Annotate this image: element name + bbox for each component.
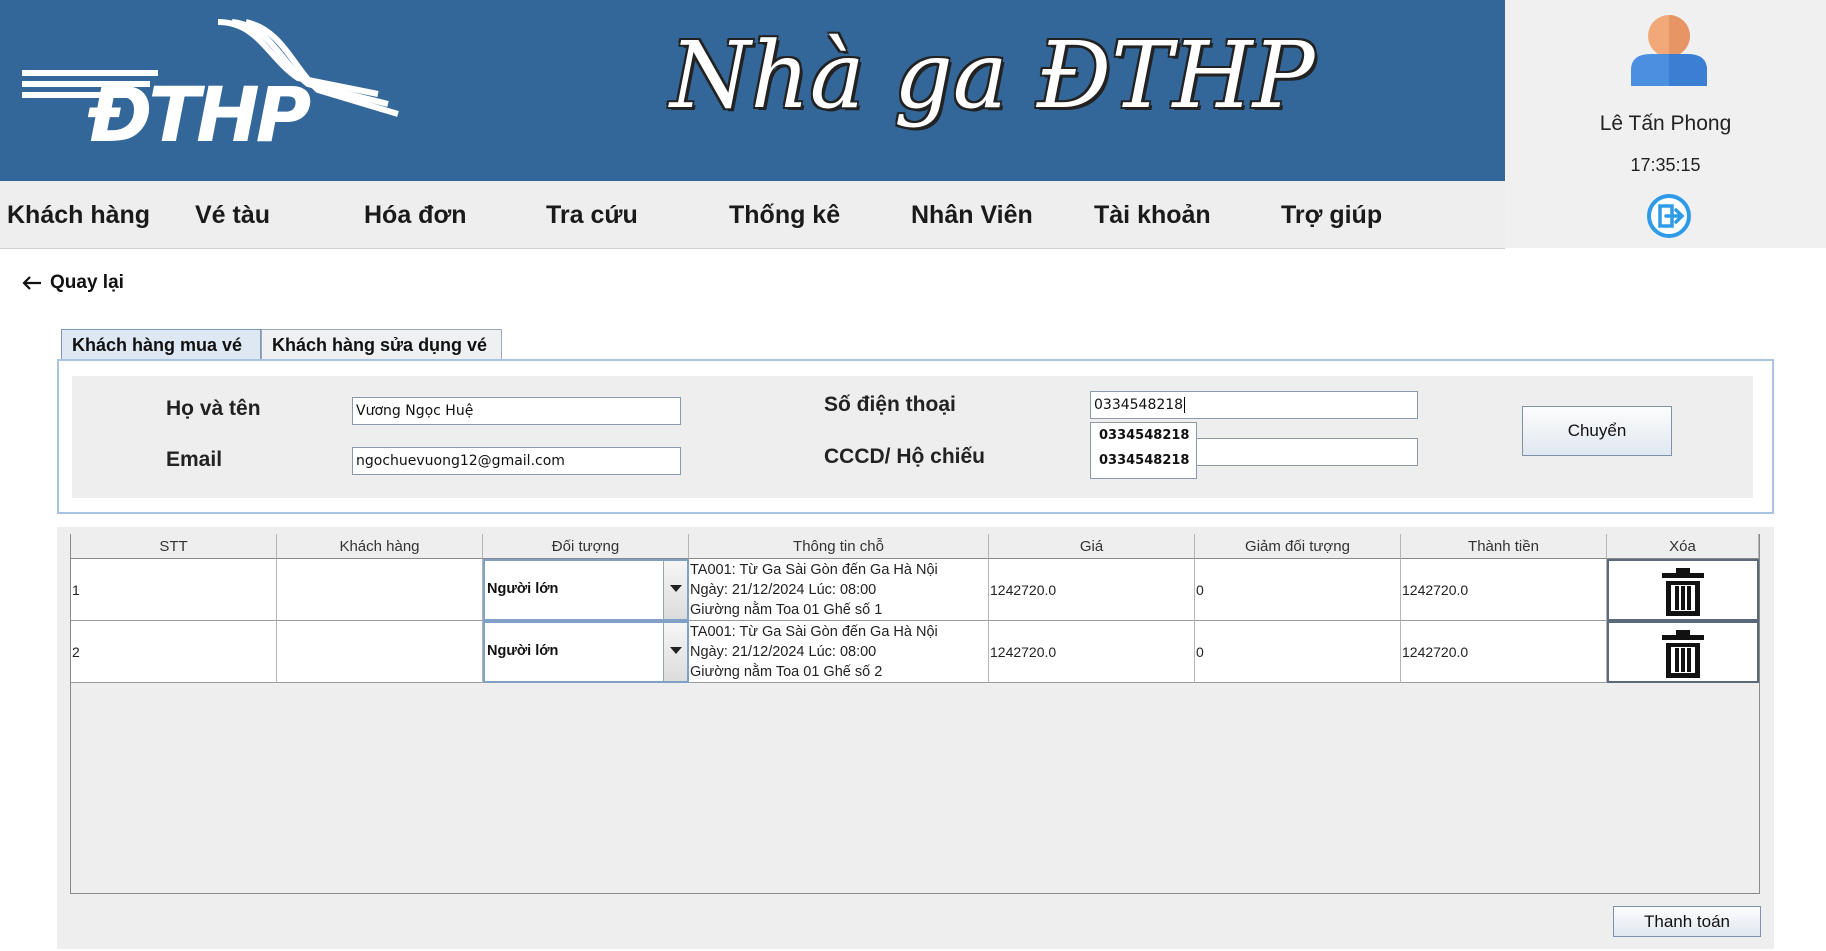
arrow-left-icon — [22, 276, 41, 290]
menu-tai-khoan[interactable]: Tài khoản — [1094, 201, 1211, 230]
email-input[interactable]: ngochuevuong12@gmail.com — [352, 447, 681, 475]
cell-total[interactable]: 1242720.0 — [1401, 621, 1607, 683]
tab-khach-hang-su-dung-ve[interactable]: Khách hàng sửa dụng vé — [261, 329, 502, 359]
column-header[interactable]: Đối tượng — [483, 534, 689, 559]
seat-position: Giường nằm Toa 01 Ghế số 1 — [690, 602, 883, 618]
cell-seat-info[interactable]: TA001: Từ Ga Sài Gòn đến Ga Hà Nội Ngày:… — [689, 559, 989, 621]
menu-thong-ke[interactable]: Thống kê — [729, 201, 840, 230]
column-header[interactable]: Khách hàng — [277, 534, 483, 559]
header-banner: ĐTHP Nhà ga ĐTHP — [0, 0, 1505, 181]
menu-nhan-vien[interactable]: Nhân Viên — [911, 201, 1033, 230]
text-cursor — [1184, 397, 1186, 413]
pay-button[interactable]: Thanh toán — [1613, 906, 1761, 937]
id-label: CCCD/ Hộ chiếu — [824, 445, 986, 468]
trash-icon — [1662, 568, 1704, 616]
type-select-value: Người lớn — [487, 581, 559, 597]
seat-datetime: Ngày: 21/12/2024 Lúc: 08:00 — [690, 644, 877, 660]
trash-icon — [1662, 630, 1704, 678]
suggestion-item[interactable]: 0334548218 — [1091, 448, 1196, 473]
type-select-value: Người lớn — [487, 643, 559, 659]
type-select[interactable]: Người lớn — [483, 559, 689, 621]
cell-discount[interactable]: 0 — [1195, 621, 1401, 683]
menu-ve-tau[interactable]: Vé tàu — [195, 201, 270, 230]
user-panel: Lê Tấn Phong 17:35:15 — [1505, 0, 1826, 248]
cell-customer[interactable] — [277, 621, 483, 683]
suggestion-item[interactable]: 0334548218 — [1091, 423, 1196, 448]
name-label: Họ và tên — [166, 397, 261, 420]
user-name: Lê Tấn Phong — [1599, 112, 1732, 135]
column-header[interactable]: Thành tiền — [1401, 534, 1607, 559]
phone-input[interactable]: 0334548218 — [1090, 391, 1418, 419]
chevron-down-icon[interactable] — [663, 561, 687, 619]
user-avatar-icon — [1631, 15, 1707, 86]
column-header[interactable]: Thông tin chỗ — [689, 534, 989, 559]
site-title: Nhà ga ĐTHP — [670, 22, 1315, 129]
cell-stt[interactable]: 2 — [71, 621, 277, 683]
menu-hoa-don[interactable]: Hóa đơn — [364, 201, 467, 230]
back-label: Quay lại — [50, 272, 124, 293]
email-label: Email — [166, 448, 223, 471]
menu-bar: Khách hàng Vé tàu Hóa đơn Tra cứu Thống … — [0, 181, 1505, 249]
delete-row-button[interactable] — [1607, 559, 1759, 621]
transfer-button[interactable]: Chuyển — [1522, 406, 1672, 456]
logo-text: ĐTHP — [88, 70, 311, 159]
cell-discount[interactable]: 0 — [1195, 559, 1401, 621]
menu-tro-giup[interactable]: Trợ giúp — [1281, 201, 1382, 230]
column-header[interactable]: Giảm đối tượng — [1195, 534, 1401, 559]
cell-seat-info[interactable]: TA001: Từ Ga Sài Gòn đến Ga Hà Nội Ngày:… — [689, 621, 989, 683]
column-header[interactable]: Xóa — [1607, 534, 1759, 559]
phone-suggestions: 0334548218 0334548218 — [1090, 422, 1197, 479]
menu-khach-hang[interactable]: Khách hàng — [7, 201, 150, 230]
tab-khach-hang-mua-ve[interactable]: Khách hàng mua vé — [61, 329, 261, 359]
cell-customer[interactable] — [277, 559, 483, 621]
type-select[interactable]: Người lớn — [483, 621, 689, 683]
name-input[interactable]: Vương Ngọc Huệ — [352, 397, 681, 425]
cell-total[interactable]: 1242720.0 — [1401, 559, 1607, 621]
seat-route: TA001: Từ Ga Sài Gòn đến Ga Hà Nội — [690, 562, 938, 578]
seat-route: TA001: Từ Ga Sài Gòn đến Ga Hà Nội — [690, 624, 938, 640]
back-button[interactable]: Quay lại — [22, 272, 124, 294]
cell-price[interactable]: 1242720.0 — [989, 559, 1195, 621]
cell-stt[interactable]: 1 — [71, 559, 277, 621]
column-header[interactable]: STT — [71, 534, 277, 559]
clock: 17:35:15 — [1630, 155, 1701, 175]
phone-label: Số điện thoại — [824, 393, 956, 416]
column-header[interactable]: Giá — [989, 534, 1195, 559]
logout-icon[interactable] — [1646, 193, 1692, 239]
seat-datetime: Ngày: 21/12/2024 Lúc: 08:00 — [690, 582, 877, 598]
chevron-down-icon[interactable] — [663, 623, 687, 681]
seat-position: Giường nằm Toa 01 Ghế số 2 — [690, 664, 883, 680]
menu-tra-cuu[interactable]: Tra cứu — [546, 201, 638, 230]
phone-value: 0334548218 — [1094, 397, 1184, 413]
cell-price[interactable]: 1242720.0 — [989, 621, 1195, 683]
delete-row-button[interactable] — [1607, 621, 1759, 683]
